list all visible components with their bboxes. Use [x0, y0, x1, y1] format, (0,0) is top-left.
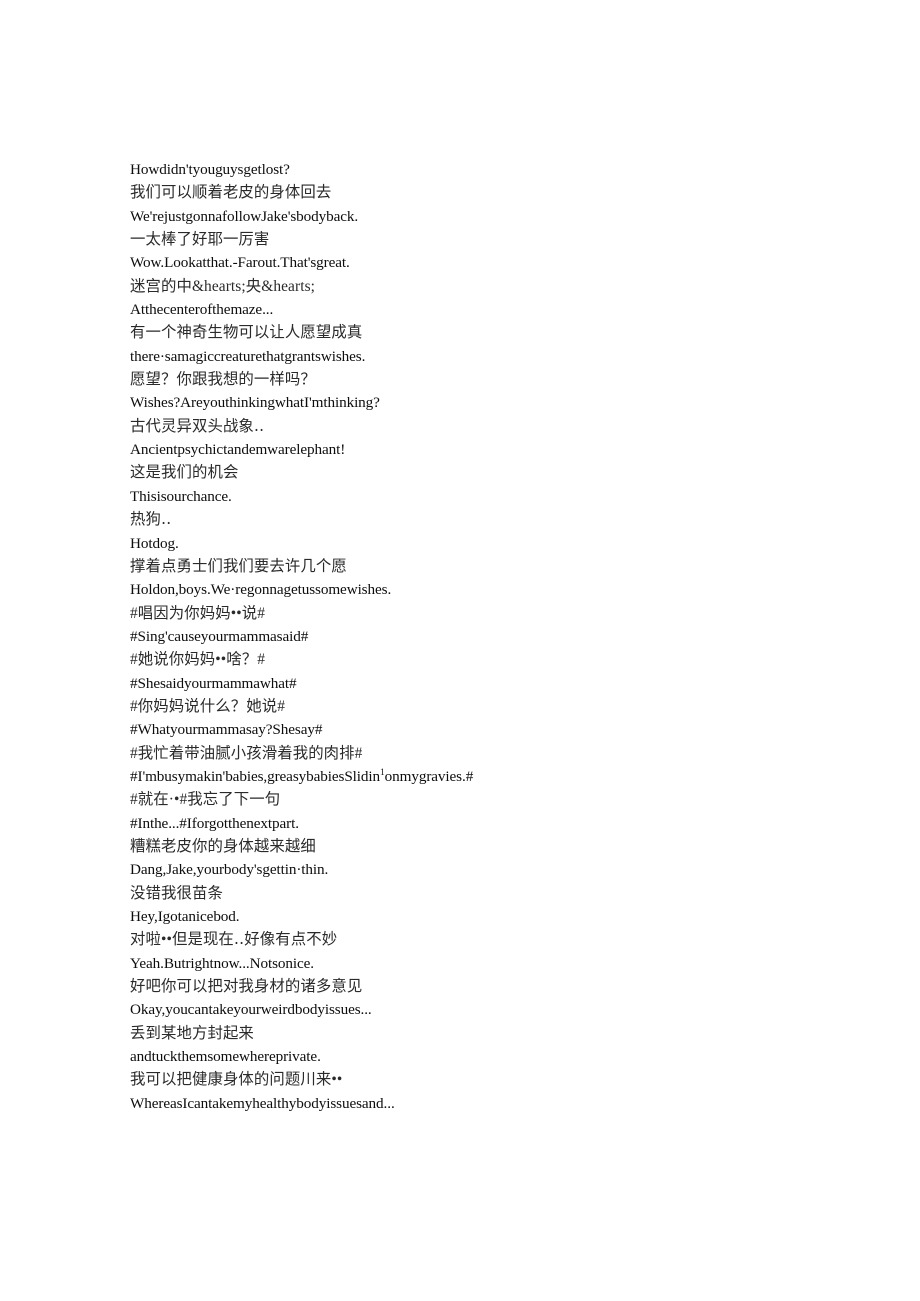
transcript-line: 愿望？你跟我想的一样吗？	[130, 371, 316, 389]
transcript-line: 糟糕老皮你的身体越来越细	[130, 837, 316, 855]
transcript-line: Wow.Lookatthat.-Farout.That'sgreat.	[130, 254, 350, 272]
transcript-line: #I'mbusymakin'babies,greasybabiesSlidin1…	[130, 767, 474, 785]
transcript-line: #Whatyourmammasay?Shesay#	[130, 721, 323, 739]
transcript-line: 没错我很苗条	[130, 884, 223, 902]
transcript-line: andtuckthemsomewhereprivate.	[130, 1048, 321, 1066]
transcript-line: 好吧你可以把对我身材的诸多意见	[130, 978, 363, 996]
transcript-line: 有一个神奇生物可以让人愿望成真	[130, 324, 363, 342]
transcript-line: We'rejustgonnafollowJake'sbodyback.	[130, 207, 359, 225]
transcript-line: Ancientpsychictandemwarelephant!	[130, 441, 346, 459]
transcript-line: 这是我们的机会	[130, 464, 239, 482]
transcript-line: #唱因为你妈妈••说#	[130, 604, 266, 622]
transcript-line: there·samagiccreaturethatgrantswishes.	[130, 347, 366, 365]
transcript-line: 迷宫的中&hearts;央&hearts;	[130, 277, 316, 295]
transcript-line: 热狗‥	[130, 511, 172, 529]
transcript-line: Holdon,boys.We·regonnagetussomewishes.	[130, 581, 392, 599]
transcript-line: #Sing'causeyourmammasaid#	[130, 627, 309, 645]
transcript-line: Hotdog.	[130, 534, 179, 552]
transcript-line: #她说你妈妈••啥？#	[130, 651, 266, 669]
transcript-line: 我可以把健康身体的问题川来••	[130, 1071, 343, 1089]
transcript-line: 古代灵异双头战象‥	[130, 417, 265, 435]
transcript-line: Howdidn'tyouguysgetlost?	[130, 161, 290, 178]
transcript-line: 一太棒了好耶一厉害	[130, 231, 270, 249]
transcript-line: Wishes?AreyouthinkingwhatI'mthinking?	[130, 394, 380, 412]
transcript-line: Hey,Igotanicebod.	[130, 908, 240, 925]
transcript-line: Atthecenterofthemaze...	[130, 301, 274, 319]
transcript-line: #我忙着带油腻小孩滑着我的肉排#	[130, 744, 363, 762]
transcript-line: Okay,youcantakeyourweirdbodyissues...	[130, 1001, 372, 1019]
document-page: Howdidn'tyouguysgetlost? 我们可以顺着老皮的身体回去 We'…	[0, 0, 920, 1301]
transcript-line: #Inthe...#Iforgotthenextpart.	[130, 814, 299, 832]
transcript-line: #就在·•#我忘了下一句	[130, 791, 281, 809]
transcript-line: Yeah.Butrightnow...Notsonice.	[130, 954, 314, 972]
transcript-line: #Shesaidyourmammawhat#	[130, 674, 297, 692]
transcript-line: Thisisourchance.	[130, 487, 232, 505]
transcript-line: #你妈妈说什么？她说#	[130, 697, 286, 715]
superscript-marker: 1	[380, 767, 385, 778]
transcript-line: 丢到某地方封起来	[130, 1024, 254, 1042]
transcript-line: 我们可以顺着老皮的身体回去	[130, 184, 332, 202]
transcript-body: Howdidn'tyouguysgetlost? 我们可以顺着老皮的身体回去 We'…	[130, 158, 830, 1115]
transcript-line: WhereasIcantakemyhealthybodyissuesand...	[130, 1094, 395, 1112]
transcript-line: Dang,Jake,yourbody'sgettin·thin.	[130, 861, 329, 879]
transcript-line: 对啦••但是现在‥好像有点不妙	[130, 931, 338, 949]
transcript-line: 撑着点勇士们我们要去许几个愿	[130, 557, 347, 575]
